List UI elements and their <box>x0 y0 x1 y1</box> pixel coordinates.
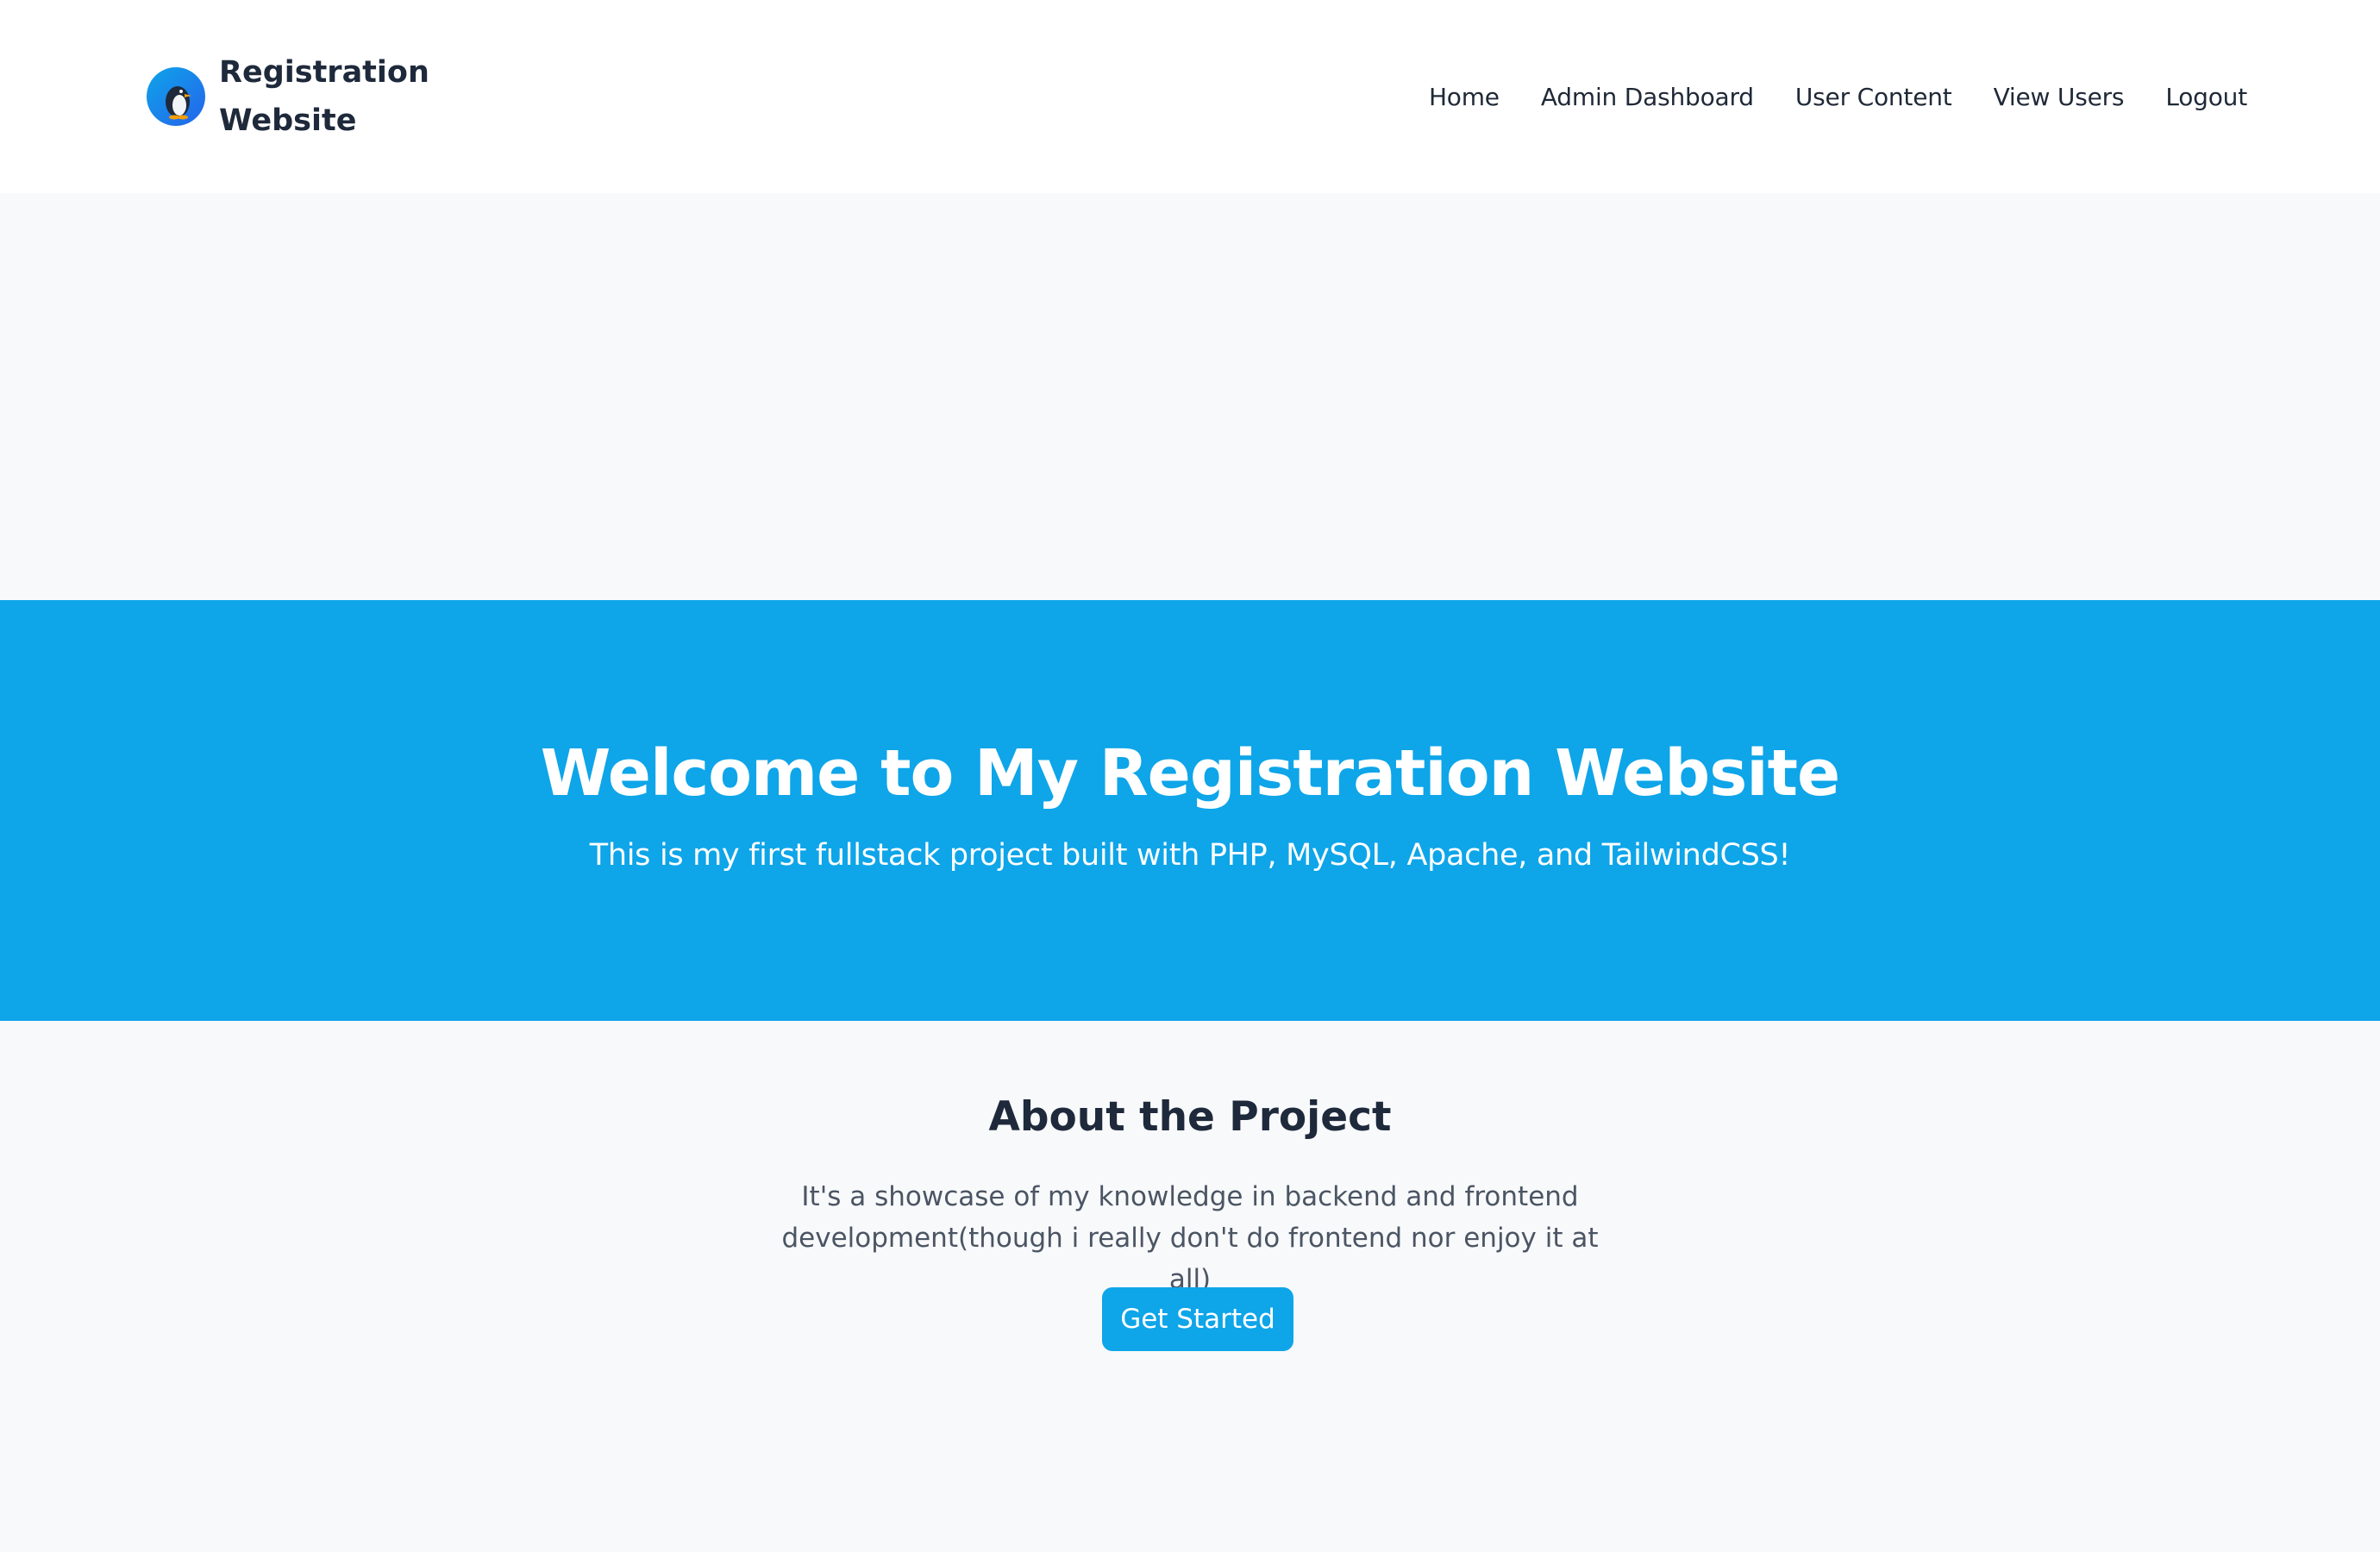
nav-admin-dashboard-link[interactable]: Admin Dashboard <box>1541 74 1754 121</box>
brand[interactable]: Registration Website <box>147 48 429 145</box>
hero-subtitle: This is my first fullstack project built… <box>589 838 1791 873</box>
nav-home-link[interactable]: Home <box>1429 74 1500 121</box>
nav-user-content-link[interactable]: User Content <box>1795 74 1952 121</box>
brand-name: Registration Website <box>219 55 429 138</box>
main-nav: Home Admin Dashboard User Content View U… <box>1429 74 2247 121</box>
hero-banner: Welcome to My Registration Website This … <box>0 600 2380 1021</box>
site-header: Registration Website Home Admin Dashboar… <box>0 0 2380 193</box>
about-section: About the Project It's a showcase of my … <box>0 1021 2380 1552</box>
nav-logout-link[interactable]: Logout <box>2165 74 2247 121</box>
about-heading: About the Project <box>988 1093 1392 1141</box>
hero-title: Welcome to My Registration Website <box>540 736 1840 810</box>
penguin-icon <box>147 67 205 126</box>
about-text: It's a showcase of my knowledge in backe… <box>781 1181 1599 1295</box>
nav-view-users-link[interactable]: View Users <box>1994 74 2125 121</box>
get-started-button[interactable]: Get Started <box>1102 1287 1293 1351</box>
